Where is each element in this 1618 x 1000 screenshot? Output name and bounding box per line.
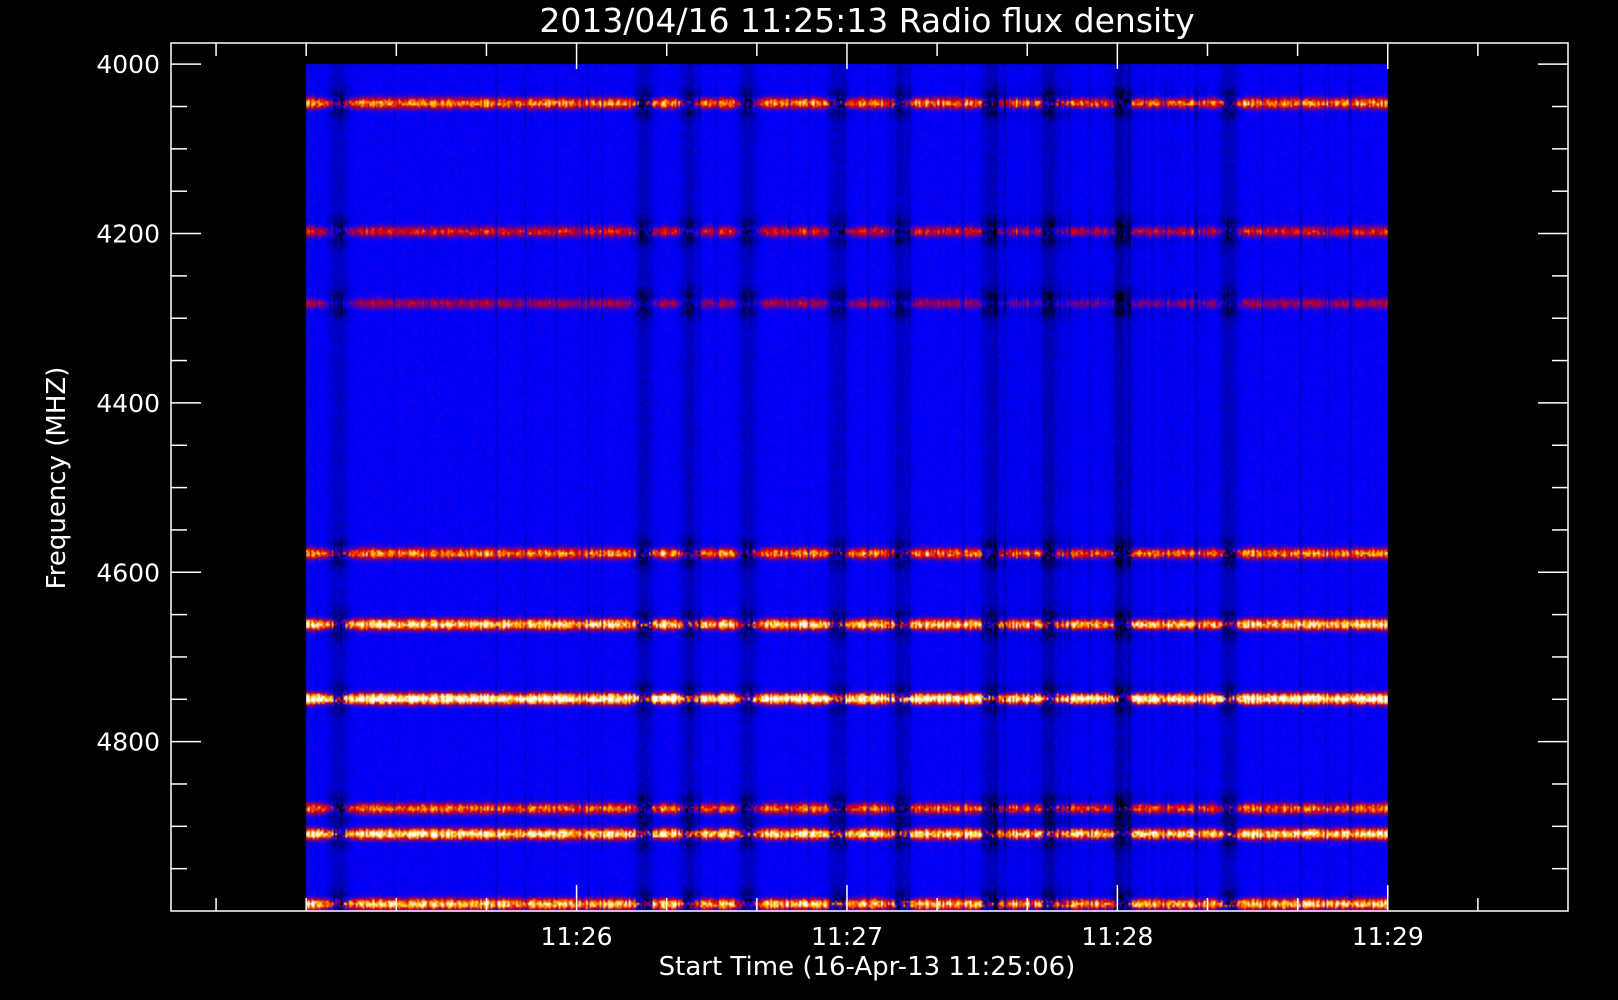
x-tick-label: 11:28 xyxy=(1081,922,1153,951)
y-tick-label: 4200 xyxy=(96,220,160,249)
y-tick-label: 4600 xyxy=(96,558,160,587)
radio-spectrogram-figure: 2013/04/16 11:25:13 Radio flux density 4… xyxy=(0,0,1618,1000)
x-tick-label: 11:29 xyxy=(1352,922,1424,951)
x-tick-label: 11:27 xyxy=(811,922,883,951)
chart-title: 2013/04/16 11:25:13 Radio flux density xyxy=(539,1,1194,40)
y-tick-label: 4800 xyxy=(96,728,160,757)
y-tick-label: 4400 xyxy=(96,389,160,418)
spectrogram-heatmap xyxy=(306,64,1388,912)
x-axis-label: Start Time (16-Apr-13 11:25:06) xyxy=(659,952,1076,982)
y-axis-label: Frequency (MHZ) xyxy=(42,367,72,590)
x-tick-label: 11:26 xyxy=(541,922,613,951)
y-tick-label: 4000 xyxy=(96,50,160,79)
